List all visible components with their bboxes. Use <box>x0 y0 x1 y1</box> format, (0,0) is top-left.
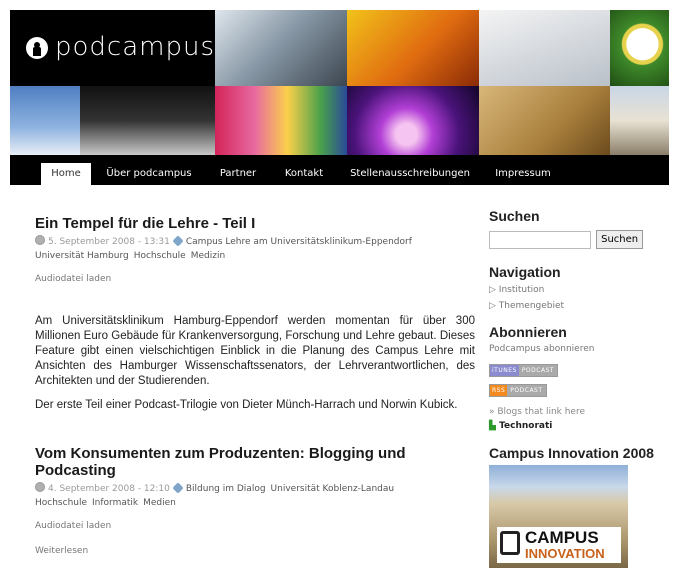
navigation-heading: Navigation <box>489 264 561 280</box>
banner-image-test-tubes <box>215 86 347 155</box>
rss-podcast-badge[interactable]: RSS PODCAST <box>489 384 547 397</box>
post-tag[interactable]: Hochschule <box>35 498 87 508</box>
sidebar: Suchen Suchen Navigation ▷ Institution ▷… <box>489 208 659 568</box>
post: Ein Tempel für die Lehre - Teil I 5. Sep… <box>35 215 475 413</box>
blogs-link[interactable]: » Blogs that link here <box>489 404 659 420</box>
tag-icon <box>172 482 184 494</box>
nav-item-label: Themengebiet <box>498 301 565 311</box>
site-logo[interactable]: podcampus <box>10 10 215 86</box>
post: Vom Konsumenten zum Produzenten: Bloggin… <box>35 445 475 556</box>
clock-icon <box>35 235 45 245</box>
technorati-icon: ▙ <box>489 421 500 431</box>
itunes-podcast-badge[interactable]: iTUNES PODCAST <box>489 364 559 377</box>
nav-tab-ueber-podcampus[interactable]: Über podcampus <box>106 163 192 185</box>
post-tag[interactable]: Universität Koblenz-Landau <box>271 484 395 494</box>
nav-tab-home[interactable]: Home <box>41 163 91 185</box>
post-meta: 5. September 2008 - 13:31 Campus Lehre am… <box>35 235 475 263</box>
subscribe-label: Podcampus abonnieren <box>489 344 595 354</box>
banner-image-formulas <box>479 86 610 155</box>
banner-image-snowboarder <box>10 86 80 155</box>
site-logo-text: podcampus <box>55 32 215 62</box>
banner-image-laptop <box>80 86 215 155</box>
podcampus-logo-icon <box>26 37 48 59</box>
page: podcampus Home Über podcampus Partner Ko… <box>10 10 669 568</box>
badge-label: iTUNES <box>490 365 519 376</box>
campus-innovation-heading: Campus Innovation 2008 <box>489 445 654 461</box>
campus-innovation-banner[interactable]: CAMPUS INNOVATION <box>489 465 628 568</box>
triangle-right-icon: ▷ <box>489 301 499 311</box>
post-paragraph: Am Universitätsklinikum Hamburg-Eppendor… <box>35 315 475 387</box>
post-title[interactable]: Vom Konsumenten zum Produzenten: Bloggin… <box>35 445 475 479</box>
nav-tab-impressum[interactable]: Impressum <box>492 163 554 185</box>
audio-download-link[interactable]: Audiodatei laden <box>35 274 475 284</box>
banner-image-geometry <box>347 10 479 86</box>
post-tag[interactable]: Medien <box>143 498 176 508</box>
campus-logo-top: CAMPUS <box>525 528 599 547</box>
post-tag[interactable]: Hochschule <box>134 251 186 261</box>
nav-tab-kontakt[interactable]: Kontakt <box>279 163 329 185</box>
main-navigation: Home Über podcampus Partner Kontakt Stel… <box>10 155 669 185</box>
search-form: Suchen <box>489 229 659 249</box>
banner-image-chart-pen <box>479 10 610 86</box>
post-title[interactable]: Ein Tempel für die Lehre - Teil I <box>35 215 475 232</box>
nav-item-institution[interactable]: ▷ Institution <box>489 282 659 298</box>
badge-label: PODCAST <box>518 365 558 376</box>
tag-icon <box>172 235 184 247</box>
post-date: 4. September 2008 - 12:10 <box>48 484 170 494</box>
nav-tab-stellenausschreibungen[interactable]: Stellenausschreibungen <box>348 163 472 185</box>
post-meta: 4. September 2008 - 12:10 Bildung im Dial… <box>35 482 475 510</box>
main-content: Ein Tempel für die Lehre - Teil I 5. Sep… <box>35 215 475 556</box>
banner-image-microscope <box>215 10 347 86</box>
post-tag[interactable]: Universität Hamburg <box>35 251 129 261</box>
clock-icon <box>35 482 45 492</box>
post-paragraph: Der erste Teil einer Podcast-Trilogie vo… <box>35 399 458 411</box>
banner-image-flower <box>610 10 669 86</box>
campus-innovation-logo: CAMPUS INNOVATION <box>497 527 621 563</box>
nav-item-themengebiet[interactable]: ▷ Themengebiet <box>489 298 659 314</box>
banner-image-plasma-hand <box>347 86 479 155</box>
search-input[interactable] <box>489 230 591 249</box>
nav-item-label: Institution <box>498 285 545 295</box>
banner-image-building <box>610 86 669 155</box>
technorati-link[interactable]: ▙ Technorati <box>489 421 659 431</box>
post-tag[interactable]: Bildung im Dialog <box>186 484 266 494</box>
search-heading: Suchen <box>489 208 540 224</box>
nav-tab-partner[interactable]: Partner <box>213 163 263 185</box>
audio-download-link[interactable]: Audiodatei laden <box>35 521 475 531</box>
post-date: 5. September 2008 - 13:31 <box>48 237 170 247</box>
header-banner: podcampus <box>10 10 669 155</box>
subscribe-heading: Abonnieren <box>489 324 567 340</box>
badge-label: PODCAST <box>507 385 546 396</box>
campus-logo-mark-icon <box>500 531 520 555</box>
triangle-right-icon: ▷ <box>489 285 499 295</box>
search-button[interactable]: Suchen <box>596 230 644 249</box>
badge-label: RSS <box>490 385 508 396</box>
post-tag[interactable]: Campus Lehre am Universitätsklinikum-Epp… <box>186 237 412 247</box>
post-tag[interactable]: Informatik <box>92 498 138 508</box>
read-more-link[interactable]: Weiterlesen <box>35 546 475 556</box>
campus-logo-bottom: INNOVATION <box>525 546 605 561</box>
technorati-label: Technorati <box>499 421 553 431</box>
post-tag[interactable]: Medizin <box>191 251 225 261</box>
